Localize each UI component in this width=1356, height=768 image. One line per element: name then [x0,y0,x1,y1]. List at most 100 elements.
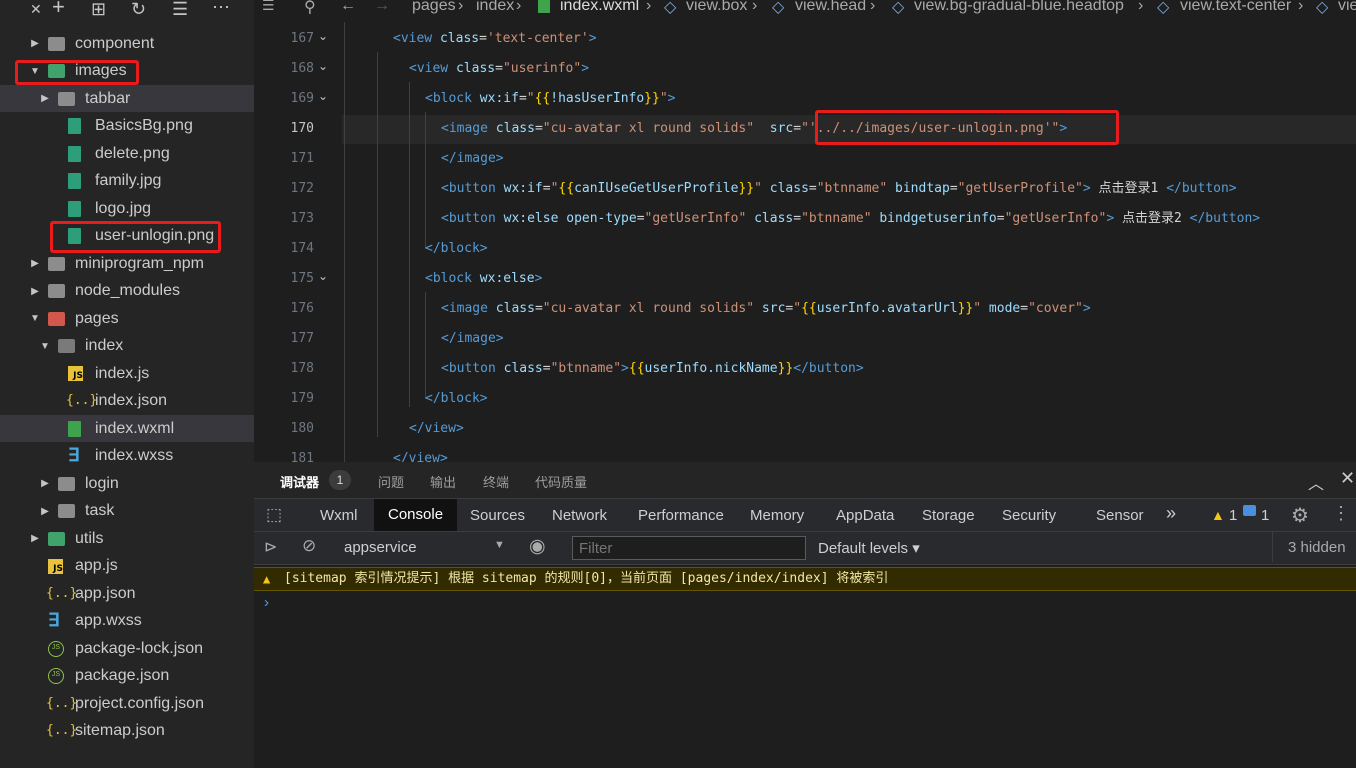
log-levels-select[interactable]: Default levels ▾ [818,539,920,557]
breadcrumb-item[interactable]: view.box [686,0,747,15]
code-line[interactable]: </block> [425,384,488,414]
code-editor[interactable]: ☰ ⚲ ← → pages › index › index.wxml › ◇ v… [254,0,1356,462]
breadcrumb-item[interactable]: vie [1338,0,1356,15]
tree-item[interactable]: {..} app.json [0,580,254,607]
tree-item[interactable]: logo.jpg [0,195,254,222]
info-count[interactable]: 1 [1261,507,1269,524]
filter-input[interactable] [572,536,806,560]
eye-icon[interactable]: ◉ [529,535,546,558]
chevron-up-icon[interactable]: ︿ [1308,470,1324,494]
tree-item[interactable]: ▶ node_modules [0,278,254,305]
breadcrumb-item[interactable]: pages [412,0,456,15]
code-line[interactable]: <block wx:if="{{!hasUserInfo}}"> [425,84,675,114]
chevron-right-icon[interactable]: ▶ [40,478,50,489]
tree-item[interactable]: ∃ app.wxss [0,608,254,635]
chevron-right-icon[interactable]: ▶ [30,533,40,544]
tab-network[interactable]: Network [552,507,607,524]
gear-icon[interactable]: ⚙ [1291,503,1309,528]
breadcrumb-item[interactable]: view.bg-gradual-blue.headtop [914,0,1124,15]
tree-item[interactable]: {..} sitemap.json [0,718,254,745]
tab-code-quality[interactable]: 代码质量 [535,472,587,491]
fold-chevron-icon[interactable]: ⌄ [318,59,328,73]
chevron-right-icon[interactable]: ▶ [40,93,50,104]
tree-item[interactable]: ▶ task [0,498,254,525]
refresh-icon[interactable]: ↻ [131,0,146,18]
clear-console-icon[interactable]: ⊘ [302,536,316,556]
code-line[interactable]: <view class='text-center'> [393,24,597,54]
tree-item[interactable]: delete.png [0,140,254,167]
tree-item[interactable]: ▶ miniprogram_npm [0,250,254,277]
code-line[interactable]: </image> [441,144,504,174]
more-icon[interactable]: ⋯ [212,0,230,18]
chevron-right-icon[interactable]: ▶ [40,506,50,517]
tab-wxml[interactable]: Wxml [320,507,358,524]
collapse-icon[interactable]: ✕ [30,0,42,18]
code-line[interactable]: <image class="cu-avatar xl round solids"… [441,294,1091,324]
tab-terminal[interactable]: 终端 [483,472,509,491]
chevron-right-icon[interactable]: ▶ [30,258,40,269]
tab-console[interactable]: Console [374,499,458,531]
new-file-icon[interactable]: + [52,0,65,18]
tab-problems[interactable]: 问题 [378,472,404,491]
tree-item[interactable]: JS app.js [0,553,254,580]
code-line[interactable]: <view class="userinfo"> [409,54,589,84]
tree-item[interactable]: ▼ index [0,333,254,360]
sidebar-toggle-icon[interactable]: ⊳ [264,537,277,557]
code-line[interactable]: <button wx:if="{{canIUseGetUserProfile}}… [441,174,1237,204]
chevron-right-icon[interactable]: ▶ [30,38,40,49]
code-line[interactable]: </block> [425,234,488,264]
chevron-down-icon[interactable]: ▼ [30,313,40,324]
tree-item[interactable]: JS package-lock.json [0,635,254,662]
code-line[interactable]: </view> [393,444,448,462]
tab-output[interactable]: 输出 [430,472,456,491]
tab-performance[interactable]: Performance [638,507,724,524]
tree-item[interactable]: JS package.json [0,663,254,690]
more-tabs-button[interactable]: » [1166,503,1176,524]
console-prompt[interactable]: › [264,594,269,611]
list-icon[interactable]: ☰ [262,0,275,14]
breadcrumb-item[interactable]: index [476,0,514,15]
context-select[interactable]: appservice [344,539,417,556]
code-line[interactable]: <button wx:else open-type="getUserInfo" … [441,204,1260,234]
tab-sensor[interactable]: Sensor [1096,507,1144,524]
warning-count[interactable]: 1 [1229,507,1237,524]
chevron-down-icon[interactable]: ▼ [494,539,505,551]
tab-security[interactable]: Security [1002,507,1056,524]
tree-item[interactable]: ▶ utils [0,525,254,552]
inspect-element-icon[interactable]: ⬚ [266,505,282,525]
tree-item[interactable]: {..} project.config.json [0,690,254,717]
fold-chevron-icon[interactable]: ⌄ [318,269,328,283]
kebab-menu-icon[interactable]: ⋮ [1332,503,1350,524]
fold-chevron-icon[interactable]: ⌄ [318,29,328,43]
forward-arrow-icon[interactable]: → [374,0,390,15]
tab-memory[interactable]: Memory [750,507,804,524]
breadcrumb-item[interactable]: view.head [795,0,866,15]
tree-item[interactable]: JS index.js [0,360,254,387]
tab-debugger[interactable]: 调试器 [280,472,319,491]
tab-storage[interactable]: Storage [922,507,975,524]
tree-item[interactable]: BasicsBg.png [0,113,254,140]
tab-appdata[interactable]: AppData [836,507,894,524]
close-icon[interactable]: ✕ [1340,468,1355,489]
fold-chevron-icon[interactable]: ⌄ [318,89,328,103]
tree-item[interactable]: ▶ component [0,30,254,57]
code-line[interactable]: <block wx:else> [425,264,542,294]
code-line[interactable]: <button class="btnname">{{userInfo.nickN… [441,354,864,384]
tree-item[interactable]: ▶ login [0,470,254,497]
tree-item[interactable]: index.wxml [0,415,254,442]
code-line[interactable]: </image> [441,324,504,354]
chevron-right-icon[interactable]: ▶ [30,286,40,297]
tree-item[interactable]: ▼ pages [0,305,254,332]
tab-sources[interactable]: Sources [470,507,525,524]
bookmark-icon[interactable]: ⚲ [304,0,316,17]
tree-item[interactable]: ∃ index.wxss [0,443,254,470]
back-arrow-icon[interactable]: ← [340,0,356,15]
console-warning-message[interactable]: ▲ [sitemap 索引情况提示] 根据 sitemap 的规则[0]，当前页… [254,567,1356,591]
tree-item[interactable]: family.jpg [0,168,254,195]
tree-item[interactable]: {..} index.json [0,388,254,415]
breadcrumb-item[interactable]: view.text-center [1180,0,1291,15]
chevron-down-icon[interactable]: ▼ [40,341,50,352]
code-line[interactable]: </view> [409,414,464,444]
breadcrumb-item[interactable]: index.wxml [560,0,639,15]
tree-item[interactable]: ▶ tabbar [0,85,254,112]
